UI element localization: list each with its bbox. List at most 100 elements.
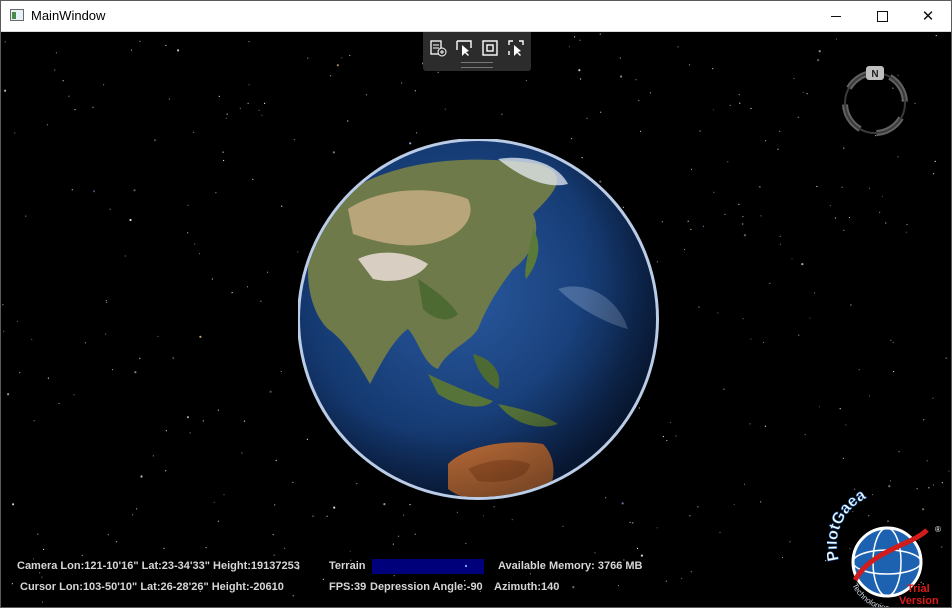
star	[905, 231, 908, 233]
star	[46, 124, 49, 126]
star	[403, 514, 405, 516]
star	[781, 556, 784, 559]
star	[165, 470, 167, 472]
camera-status: Camera Lon:121-10'16" Lat:23-34'33" Heig…	[17, 560, 300, 572]
earth-globe[interactable]	[298, 139, 662, 503]
star	[258, 109, 260, 111]
star	[926, 460, 928, 462]
star	[656, 527, 658, 529]
toolbar-grip[interactable]	[461, 62, 493, 68]
star	[779, 235, 781, 237]
maximize-button[interactable]	[859, 1, 905, 31]
star	[260, 300, 262, 302]
star	[336, 64, 339, 67]
star	[139, 357, 141, 359]
star	[719, 531, 721, 533]
star	[738, 94, 740, 96]
star	[669, 421, 672, 424]
star	[62, 80, 64, 82]
star	[437, 71, 439, 73]
star	[777, 148, 779, 150]
star	[948, 470, 950, 472]
layer-add-icon[interactable]	[429, 39, 447, 57]
star	[890, 339, 892, 341]
frame-icon[interactable]	[481, 39, 499, 57]
star	[835, 38, 838, 40]
title-bar[interactable]: MainWindow ✕	[1, 1, 951, 32]
star	[215, 192, 217, 194]
select-pointer-icon[interactable]	[455, 39, 473, 57]
star	[839, 408, 841, 410]
star	[74, 109, 76, 111]
star	[392, 543, 394, 545]
star	[892, 371, 895, 373]
star	[43, 548, 45, 551]
star	[280, 370, 282, 373]
star	[888, 485, 891, 488]
star	[187, 232, 189, 234]
star	[272, 534, 274, 536]
star	[333, 506, 336, 509]
star	[3, 330, 5, 332]
star	[759, 186, 761, 188]
star	[635, 79, 637, 81]
star	[68, 95, 70, 97]
star	[941, 482, 943, 484]
compass[interactable]: N	[838, 66, 912, 140]
star	[750, 107, 752, 110]
star	[2, 304, 4, 306]
star	[797, 116, 799, 118]
star	[743, 483, 746, 485]
star	[133, 189, 136, 192]
star	[243, 420, 246, 422]
globe-viewport[interactable]: N Camera Lon:121-10'16" Lat:23-34'33" He…	[1, 32, 951, 607]
star	[281, 205, 283, 207]
star	[712, 68, 714, 70]
star	[39, 572, 41, 574]
star	[858, 369, 860, 371]
star	[791, 258, 793, 260]
star	[202, 420, 204, 422]
star	[217, 520, 219, 522]
star	[269, 390, 272, 393]
star	[889, 480, 892, 482]
star	[760, 215, 762, 217]
select-area-icon[interactable]	[507, 39, 525, 57]
star	[843, 147, 845, 149]
star	[205, 547, 207, 549]
star	[139, 40, 141, 42]
star	[586, 117, 588, 119]
star	[11, 583, 13, 585]
star	[793, 77, 795, 80]
star	[231, 292, 233, 294]
star	[393, 575, 395, 577]
star	[414, 533, 416, 535]
minimize-button[interactable]	[813, 1, 859, 31]
star	[802, 91, 804, 93]
star	[293, 139, 295, 141]
star	[662, 435, 665, 438]
main-window: MainWindow ✕ N Camera Lon:121-10'16" Lat…	[0, 0, 952, 608]
star	[762, 341, 765, 344]
star	[105, 333, 107, 335]
star	[109, 208, 111, 210]
star	[868, 187, 871, 189]
star	[465, 542, 467, 545]
star	[19, 372, 21, 374]
star	[12, 503, 15, 506]
star	[397, 535, 400, 537]
star	[177, 49, 180, 52]
close-button[interactable]: ✕	[905, 1, 951, 31]
star	[312, 515, 314, 517]
close-icon: ✕	[921, 8, 935, 25]
star	[818, 406, 821, 408]
star	[829, 205, 832, 207]
star	[817, 59, 820, 62]
star	[789, 541, 791, 543]
pilotgaea-logo: PilotGaea Technologies Trial Version ®	[827, 490, 941, 607]
star	[697, 506, 699, 508]
star	[136, 508, 138, 510]
star	[689, 515, 691, 517]
star	[322, 578, 324, 581]
star	[529, 573, 532, 575]
